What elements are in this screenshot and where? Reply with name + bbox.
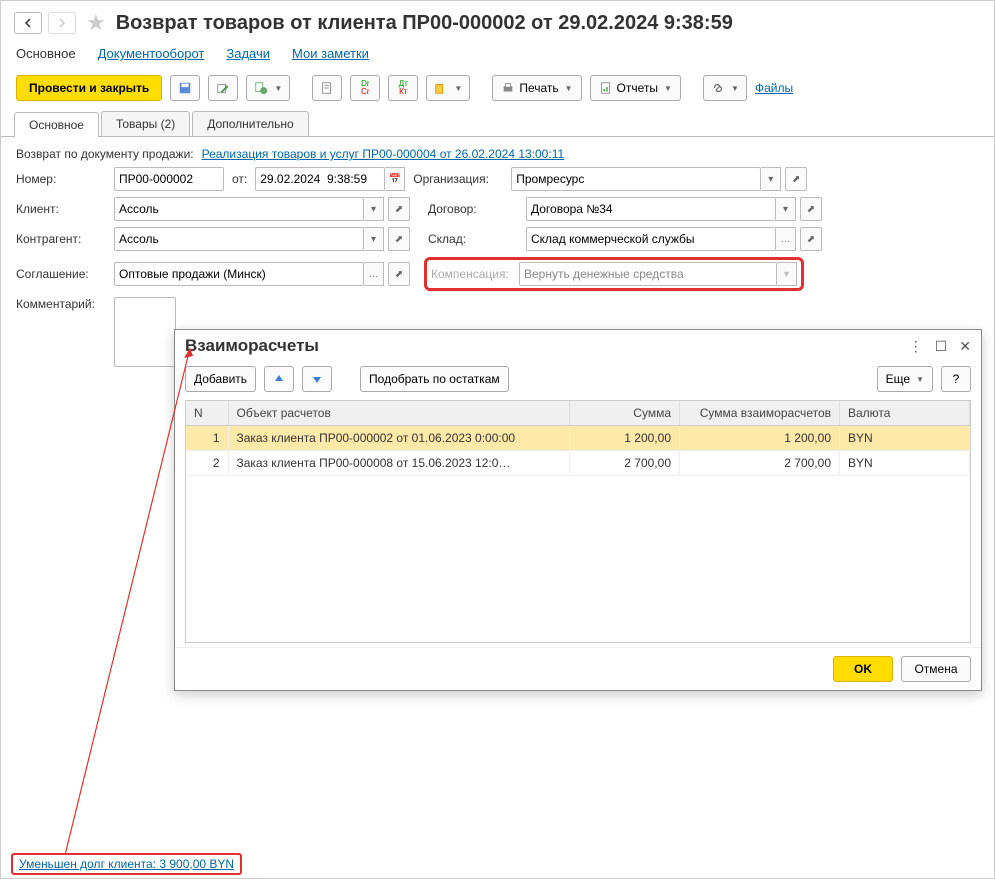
warehouse-open-icon[interactable]: ⬈ [800,227,822,251]
dialog-title: Взаиморасчеты [185,336,319,356]
client-input[interactable] [114,197,364,221]
menu-main[interactable]: Основное [16,46,76,61]
warehouse-input[interactable] [526,227,776,251]
org-dropdown-icon[interactable]: ▾ [761,167,781,191]
nav-forward-button[interactable] [48,12,76,34]
status-debt-link[interactable]: Уменьшен долг клиента: 3 900,00 BYN [19,857,234,871]
move-down-button[interactable] [302,366,332,392]
files-link[interactable]: Файлы [755,81,793,95]
doc-button-1[interactable] [312,75,342,101]
return-by-link[interactable]: Реализация товаров и услуг ПР00-000004 о… [202,147,565,161]
structure-button[interactable]: ▼ [426,75,470,101]
col-currency[interactable]: Валюта [840,401,970,426]
menu-notes[interactable]: Мои заметки [292,46,369,61]
number-input[interactable] [114,167,224,191]
agreement-more-icon[interactable]: … [364,262,384,286]
col-object[interactable]: Объект расчетов [228,401,570,426]
col-sum[interactable]: Сумма [570,401,680,426]
contract-dropdown-icon[interactable]: ▾ [776,197,796,221]
tab-extra[interactable]: Дополнительно [192,111,308,136]
contract-label: Договор: [428,202,518,216]
number-label: Номер: [16,172,106,186]
client-label: Клиент: [16,202,106,216]
add-button[interactable]: Добавить [185,366,256,392]
dialog-more-icon[interactable]: ⋮ [909,338,923,355]
counterparty-input[interactable] [114,227,364,251]
agreement-input[interactable] [114,262,364,286]
calendar-icon[interactable]: 📅 [385,167,405,191]
favorite-star-icon[interactable]: ★ [86,10,106,36]
nav-back-button[interactable] [14,12,42,34]
reports-button[interactable]: Отчеты▼ [590,75,681,101]
table-row[interactable]: 1 Заказ клиента ПР00-000002 от 01.06.202… [186,426,970,451]
compensation-dropdown-icon: ▾ [777,262,797,286]
attach-button[interactable]: ▼ [703,75,747,101]
compensation-input [519,262,777,286]
create-based-on-button[interactable]: ▼ [246,75,290,101]
date-input[interactable] [255,167,385,191]
tab-goods[interactable]: Товары (2) [101,111,190,136]
more-button[interactable]: Еще▼ [877,366,933,392]
ok-button[interactable]: OK [833,656,893,682]
counterparty-open-icon[interactable]: ⬈ [388,227,410,251]
tab-main[interactable]: Основное [14,112,99,137]
counterparty-dropdown-icon[interactable]: ▾ [364,227,384,251]
dr-cr-button[interactable]: DrCr [350,75,380,101]
print-label: Печать [519,81,558,95]
client-open-icon[interactable]: ⬈ [388,197,410,221]
agreement-label: Соглашение: [16,267,106,281]
post-button[interactable] [208,75,238,101]
move-up-button[interactable] [264,366,294,392]
col-sum-settle[interactable]: Сумма взаиморасчетов [680,401,840,426]
settlements-dialog: Взаиморасчеты ⋮ ☐ ✕ Добавить Подобрать п… [174,329,982,691]
contract-input[interactable] [526,197,776,221]
save-button[interactable] [170,75,200,101]
compensation-label: Компенсация: [431,267,519,281]
menu-docflow[interactable]: Документооборот [98,46,205,61]
menu-tasks[interactable]: Задачи [226,46,270,61]
client-dropdown-icon[interactable]: ▾ [364,197,384,221]
dialog-close-icon[interactable]: ✕ [959,338,971,355]
settlements-grid[interactable]: N Объект расчетов Сумма Сумма взаиморасч… [185,400,971,643]
cancel-button[interactable]: Отмена [901,656,971,682]
comment-input[interactable] [114,297,176,367]
dt-kt-button[interactable]: ДтКт [388,75,418,101]
pick-by-balance-button[interactable]: Подобрать по остаткам [360,366,509,392]
table-row[interactable]: 2 Заказ клиента ПР00-000008 от 15.06.202… [186,451,970,476]
dialog-maximize-icon[interactable]: ☐ [935,338,948,355]
help-button[interactable]: ? [941,366,971,392]
org-open-icon[interactable]: ⬈ [785,167,807,191]
status-debt-reduced: Уменьшен долг клиента: 3 900,00 BYN [11,853,242,875]
comment-label: Комментарий: [16,297,106,311]
reports-label: Отчеты [617,81,658,95]
warehouse-label: Склад: [428,232,518,246]
org-label: Организация: [413,172,503,186]
page-title: Возврат товаров от клиента ПР00-000002 о… [116,12,733,35]
agreement-open-icon[interactable]: ⬈ [388,262,410,286]
print-button[interactable]: Печать▼ [492,75,581,101]
from-label: от: [232,172,247,186]
return-by-label: Возврат по документу продажи: [16,147,194,161]
contract-open-icon[interactable]: ⬈ [800,197,822,221]
warehouse-more-icon[interactable]: … [776,227,796,251]
counterparty-label: Контрагент: [16,232,106,246]
post-and-close-button[interactable]: Провести и закрыть [16,75,162,101]
col-n[interactable]: N [186,401,228,426]
org-input[interactable] [511,167,761,191]
